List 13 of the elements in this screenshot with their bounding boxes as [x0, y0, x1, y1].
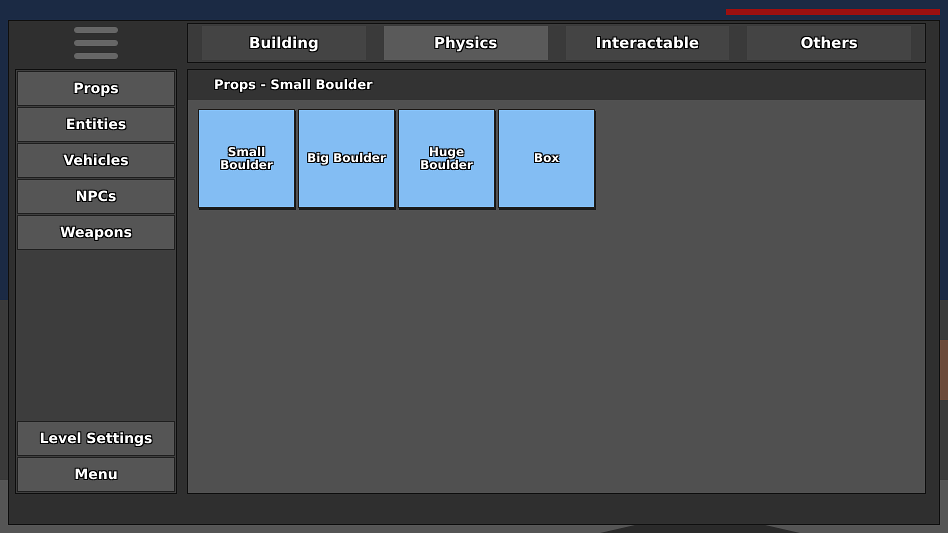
- menu-icon[interactable]: [74, 27, 118, 59]
- tab[interactable]: Others: [747, 26, 911, 60]
- tab[interactable]: Physics: [384, 26, 548, 60]
- sidebar-button[interactable]: Menu: [17, 457, 175, 492]
- tab[interactable]: Interactable: [566, 26, 730, 60]
- tab[interactable]: Building: [202, 26, 366, 60]
- sidebar-item[interactable]: Vehicles: [17, 143, 175, 178]
- sidebar-item[interactable]: Weapons: [17, 215, 175, 250]
- sidebar-item[interactable]: Entities: [17, 107, 175, 142]
- content-header: Props - Small Boulder: [214, 78, 373, 92]
- sidebar-item[interactable]: Props: [17, 71, 175, 106]
- sidebar-item[interactable]: NPCs: [17, 179, 175, 214]
- sidebar-button[interactable]: Level Settings: [17, 421, 175, 456]
